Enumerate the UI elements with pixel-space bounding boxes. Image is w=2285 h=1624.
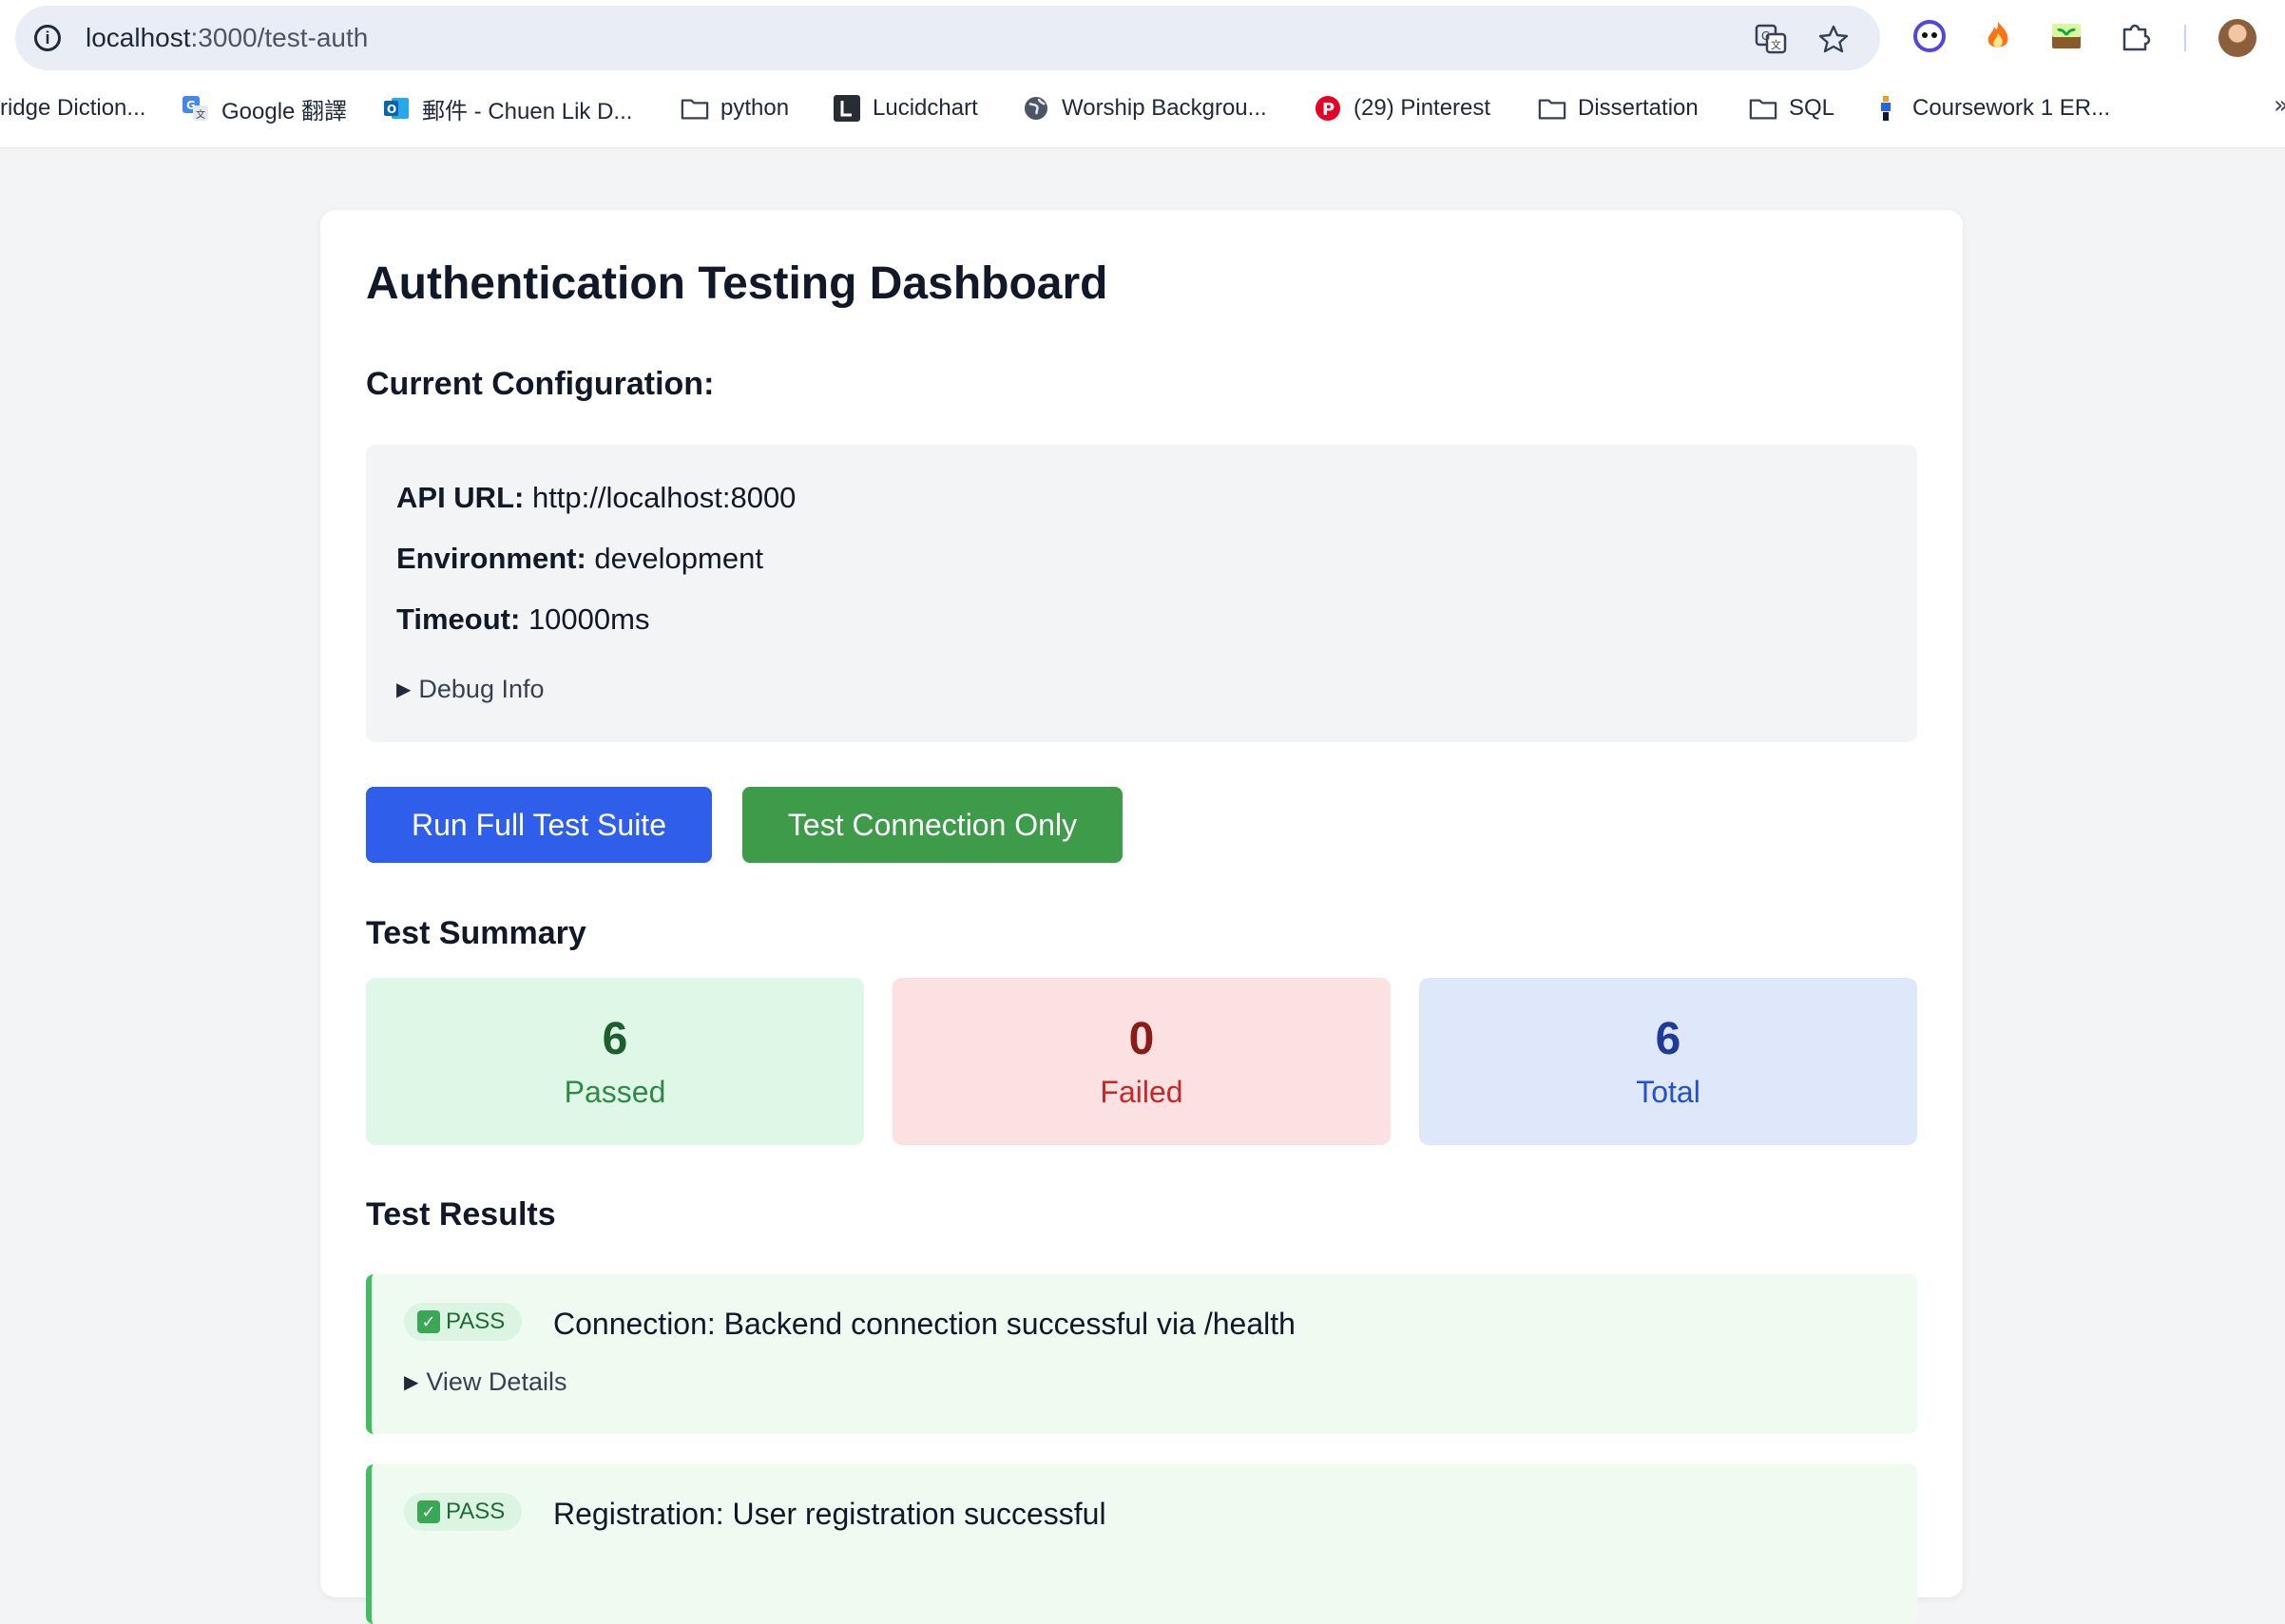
extension-flame-icon[interactable] xyxy=(1981,19,2015,53)
test-result-item: ✓ PASS Connection: Backend connection su… xyxy=(366,1274,1917,1434)
status-badge-text: PASS xyxy=(446,1309,506,1334)
check-mark-icon: ✓ xyxy=(417,1310,440,1333)
url-host: localhost xyxy=(86,23,191,52)
svg-text:G: G xyxy=(1761,29,1770,43)
bookmark-item[interactable]: ridge Diction... xyxy=(0,87,145,129)
check-mark-icon: ✓ xyxy=(417,1500,440,1523)
folder-icon xyxy=(1538,94,1566,123)
url-path: :3000/test-auth xyxy=(190,23,369,52)
config-panel: API URL: http://localhost:8000 Environme… xyxy=(366,445,1917,742)
bookmark-label: Coursework 1 ER... xyxy=(1912,95,2111,121)
globe-icon xyxy=(1022,94,1050,123)
environment-label: Environment: xyxy=(396,542,586,575)
site-info-icon[interactable]: i xyxy=(34,25,61,51)
bookmark-item[interactable]: Dissertation xyxy=(1538,87,1699,129)
run-full-test-suite-button[interactable]: Run Full Test Suite xyxy=(366,787,712,863)
outlook-icon: O xyxy=(382,94,411,123)
bookmark-item[interactable]: Worship Backgrou... xyxy=(1022,87,1267,129)
translate-icon[interactable]: G文 xyxy=(1755,23,1787,55)
total-label: Total xyxy=(1636,1075,1700,1109)
bookmark-label: SQL xyxy=(1789,95,1835,121)
folder-icon xyxy=(1749,94,1777,123)
extensions-puzzle-icon[interactable] xyxy=(2118,19,2152,53)
page-title: Authentication Testing Dashboard xyxy=(366,258,1108,309)
timeout-label: Timeout: xyxy=(396,602,521,636)
pinterest-icon: P xyxy=(1314,94,1342,123)
disclosure-triangle-icon: ▶ xyxy=(396,679,412,700)
bookmark-label: Lucidchart xyxy=(873,95,978,121)
extension-eyes-icon[interactable] xyxy=(1912,19,1947,53)
debug-info-toggle[interactable]: ▶ Debug Info xyxy=(396,675,545,704)
lucidchart-icon xyxy=(833,94,861,123)
passed-stat-card: 6 Passed xyxy=(366,978,864,1145)
bookmark-item[interactable]: G文 Google 翻譯 xyxy=(182,87,347,129)
bookmark-item[interactable]: Coursework 1 ER... xyxy=(1872,87,2110,129)
total-count: 6 xyxy=(1655,1014,1681,1064)
results-heading: Test Results xyxy=(366,1196,556,1232)
bookmark-label: Dissertation xyxy=(1578,95,1699,121)
app-icon xyxy=(1872,94,1901,123)
svg-text:P: P xyxy=(1322,100,1335,120)
toolbar-separator xyxy=(2184,25,2186,51)
status-badge: ✓ PASS xyxy=(404,1493,523,1531)
bookmarks-bar: ridge Diction... G文 Google 翻譯 O 郵件 - Chu… xyxy=(0,87,2285,129)
failed-label: Failed xyxy=(1100,1075,1183,1109)
failed-count: 0 xyxy=(1128,1014,1155,1064)
environment-value: development xyxy=(594,542,763,575)
test-result-text: Registration: User registration successf… xyxy=(553,1497,1106,1531)
folder-icon xyxy=(681,94,709,123)
svg-text:文: 文 xyxy=(196,108,205,121)
disclosure-triangle-icon: ▶ xyxy=(404,1372,419,1393)
browser-chrome: i localhost:3000/test-auth G文 ridge Dict… xyxy=(0,0,2285,148)
summary-heading: Test Summary xyxy=(366,915,586,951)
view-details-label: View Details xyxy=(426,1367,567,1396)
google-translate-icon: G文 xyxy=(182,94,210,123)
config-timeout: Timeout: 10000ms xyxy=(396,602,649,637)
svg-text:文: 文 xyxy=(1771,38,1781,51)
total-stat-card: 6 Total xyxy=(1419,978,1917,1145)
failed-stat-card: 0 Failed xyxy=(893,978,1391,1145)
api-url-label: API URL: xyxy=(396,481,525,514)
bookmark-item[interactable]: P (29) Pinterest xyxy=(1314,87,1490,129)
passed-count: 6 xyxy=(602,1014,628,1064)
bookmark-item[interactable]: O 郵件 - Chuen Lik D... xyxy=(382,87,632,129)
bookmark-label: Google 翻譯 xyxy=(221,98,348,124)
debug-info-label: Debug Info xyxy=(418,675,545,703)
address-bar[interactable]: i localhost:3000/test-auth G文 xyxy=(15,6,1880,70)
test-connection-only-button[interactable]: Test Connection Only xyxy=(742,787,1123,863)
svg-text:O: O xyxy=(387,103,396,116)
extension-plant-icon[interactable] xyxy=(2049,19,2083,53)
bookmark-label: (29) Pinterest xyxy=(1354,95,1491,121)
test-result-item: ✓ PASS Registration: User registration s… xyxy=(366,1464,1917,1624)
profile-avatar[interactable] xyxy=(2218,19,2256,57)
bookmark-label: python xyxy=(720,95,790,121)
config-environment: Environment: development xyxy=(396,542,763,576)
bookmark-label: Worship Backgrou... xyxy=(1062,95,1267,121)
api-url-value: http://localhost:8000 xyxy=(531,481,797,514)
timeout-value: 10000ms xyxy=(528,602,650,636)
config-heading: Current Configuration: xyxy=(366,366,715,402)
status-badge-text: PASS xyxy=(446,1499,506,1524)
url-text[interactable]: localhost:3000/test-auth xyxy=(86,23,368,53)
config-api-url: API URL: http://localhost:8000 xyxy=(396,481,796,515)
passed-label: Passed xyxy=(564,1075,666,1109)
bookmark-label: 郵件 - Chuen Lik D... xyxy=(422,98,633,124)
bookmark-star-icon[interactable] xyxy=(1817,23,1850,55)
bookmark-label: ridge Diction... xyxy=(0,95,146,121)
bookmark-item[interactable]: SQL xyxy=(1749,87,1834,129)
dashboard-card: Authentication Testing Dashboard Current… xyxy=(320,210,1963,1624)
bookmark-item[interactable]: Lucidchart xyxy=(833,87,978,129)
bookmark-item[interactable]: python xyxy=(681,87,789,129)
test-result-text: Connection: Backend connection successfu… xyxy=(553,1307,1296,1341)
status-badge: ✓ PASS xyxy=(404,1303,523,1341)
view-details-toggle[interactable]: ▶ View Details xyxy=(404,1367,566,1397)
bookmarks-overflow-icon[interactable]: » xyxy=(2274,91,2285,120)
